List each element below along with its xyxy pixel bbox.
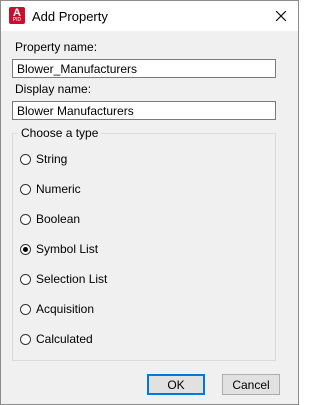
radio-label: String bbox=[36, 152, 68, 166]
radio-label: Symbol List bbox=[36, 242, 99, 256]
title-bar[interactable]: A PID Add Property bbox=[1, 1, 298, 31]
radio-label: Calculated bbox=[36, 332, 93, 346]
radio-string[interactable]: String bbox=[20, 151, 67, 167]
radio-numeric[interactable]: Numeric bbox=[20, 181, 81, 197]
autocad-pid-app-icon: A PID bbox=[9, 7, 25, 24]
type-group-title: Choose a type bbox=[18, 126, 102, 140]
radio-button-icon bbox=[20, 183, 31, 195]
display-name-input[interactable] bbox=[12, 101, 276, 120]
property-name-input[interactable] bbox=[12, 59, 276, 78]
radio-button-checked-icon bbox=[20, 243, 31, 255]
radio-label: Numeric bbox=[36, 182, 81, 196]
radio-label: Boolean bbox=[36, 212, 81, 226]
close-icon bbox=[276, 11, 286, 21]
add-property-dialog: A PID Add Property Property name: Displa… bbox=[0, 0, 299, 405]
close-button[interactable] bbox=[264, 1, 298, 31]
cancel-button[interactable]: Cancel bbox=[222, 374, 280, 395]
dialog-title: Add Property bbox=[32, 9, 108, 24]
radio-button-icon bbox=[20, 333, 31, 345]
display-name-label: Display name: bbox=[15, 82, 92, 96]
radio-symbol-list[interactable]: Symbol List bbox=[20, 241, 98, 257]
radio-selection-list[interactable]: Selection List bbox=[20, 271, 107, 287]
radio-acquisition[interactable]: Acquisition bbox=[20, 301, 94, 317]
radio-button-icon bbox=[20, 213, 31, 225]
app-icon-sub: PID bbox=[12, 17, 22, 23]
radio-button-icon bbox=[20, 153, 31, 165]
radio-label: Acquisition bbox=[36, 302, 95, 316]
ok-button[interactable]: OK bbox=[147, 374, 205, 395]
radio-button-icon bbox=[20, 303, 31, 315]
radio-boolean[interactable]: Boolean bbox=[20, 211, 80, 227]
property-name-label: Property name: bbox=[15, 40, 98, 54]
radio-label: Selection List bbox=[36, 272, 108, 286]
radio-button-icon bbox=[20, 273, 31, 285]
radio-calculated[interactable]: Calculated bbox=[20, 331, 93, 347]
